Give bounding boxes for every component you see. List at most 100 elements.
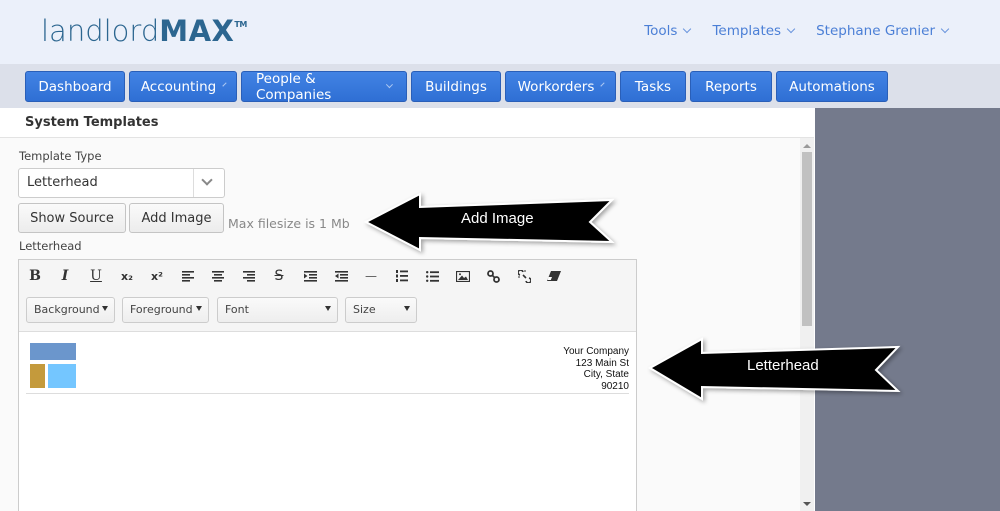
italic-glyph: I xyxy=(61,268,69,284)
add-image-callout-text: Add Image xyxy=(461,210,534,227)
nav-dashboard-label: Dashboard xyxy=(38,78,112,95)
indent-icon[interactable] xyxy=(299,265,321,287)
nav-people-companies[interactable]: People & Companies xyxy=(241,70,407,103)
company-logo-bottom-left-block xyxy=(30,364,45,388)
chevron-down-icon xyxy=(386,81,394,88)
size-select[interactable]: Size xyxy=(345,297,417,323)
nav-tasks-label: Tasks xyxy=(634,78,672,95)
subscript-icon[interactable]: x₂ xyxy=(116,265,138,287)
align-left-icon[interactable] xyxy=(177,265,199,287)
align-right-icon[interactable] xyxy=(238,265,260,287)
system-templates-panel: System Templates Template Type Letterhea… xyxy=(0,108,814,511)
chevron-down-icon xyxy=(683,24,692,34)
page-scrollbar[interactable] xyxy=(800,138,814,511)
nav-accounting[interactable]: Accounting xyxy=(129,71,237,102)
insert-image-icon[interactable] xyxy=(452,265,474,287)
nav-dashboard[interactable]: Dashboard xyxy=(25,71,125,102)
company-address: Your Company 123 Main St City, State 902… xyxy=(563,346,629,392)
top-nav-tools-label: Tools xyxy=(644,23,678,39)
zip-code: 90210 xyxy=(601,380,629,392)
font-select-label: Font xyxy=(225,303,249,316)
nav-reports-label: Reports xyxy=(705,78,757,95)
title-divider xyxy=(0,137,814,138)
scrollbar-thumb[interactable] xyxy=(802,152,812,326)
top-nav-tools[interactable]: Tools xyxy=(644,23,692,39)
superscript-glyph: x² xyxy=(151,269,163,283)
subscript-glyph: x₂ xyxy=(121,269,133,283)
top-nav-user-menu[interactable]: Stephane Grenier xyxy=(816,23,950,39)
street-address: 123 Main St xyxy=(575,357,629,369)
rich-text-editor: B I U x₂ x² S — Background Foreground Fo… xyxy=(18,259,637,511)
foreground-select-label: Foreground xyxy=(130,303,193,316)
nav-automations[interactable]: Automations xyxy=(776,71,888,102)
city-state: City, State xyxy=(583,369,629,380)
nav-tasks[interactable]: Tasks xyxy=(620,71,686,102)
bold-glyph: B xyxy=(29,268,41,284)
link-icon[interactable] xyxy=(482,265,504,287)
editor-toolbar: B I U x₂ x² S — Background Foreground Fo… xyxy=(19,260,636,332)
main-nav: Dashboard Accounting People & Companies … xyxy=(25,70,888,103)
user-name-label: Stephane Grenier xyxy=(816,23,935,39)
company-logo-bottom-right-block xyxy=(48,364,76,388)
underline-icon[interactable]: U xyxy=(85,265,107,287)
bold-icon[interactable]: B xyxy=(24,265,46,287)
max-filesize-hint: Max filesize is 1 Mb xyxy=(228,216,350,231)
background-select-label: Background xyxy=(34,303,100,316)
logo-trademark: TM xyxy=(234,20,247,29)
underline-glyph: U xyxy=(90,268,102,284)
letterhead-callout-arrow: Letterhead xyxy=(647,337,901,401)
nav-buildings[interactable]: Buildings xyxy=(411,71,501,102)
add-image-label: Add Image xyxy=(141,210,212,226)
add-image-button[interactable]: Add Image xyxy=(129,203,224,233)
strikethrough-icon[interactable]: S xyxy=(268,265,290,287)
chevron-down-icon xyxy=(600,82,605,87)
company-logo-top-block xyxy=(30,343,76,360)
top-header: landlordMAX TM Tools Templates Stephane G… xyxy=(0,0,1000,64)
unlink-icon[interactable] xyxy=(513,265,535,287)
nav-workorders[interactable]: Workorders xyxy=(505,71,616,102)
template-type-value: Letterhead xyxy=(27,175,98,190)
dropdown-triangle-icon xyxy=(325,306,331,311)
top-nav: Tools Templates Stephane Grenier xyxy=(644,23,950,39)
strikethrough-glyph: S xyxy=(274,268,284,284)
page-title: System Templates xyxy=(25,115,159,130)
show-source-label: Show Source xyxy=(30,210,114,226)
top-nav-templates[interactable]: Templates xyxy=(712,23,796,39)
nav-automations-label: Automations xyxy=(789,78,875,95)
template-type-select[interactable]: Letterhead xyxy=(18,168,225,198)
company-name: Your Company xyxy=(563,346,629,357)
foreground-color-select[interactable]: Foreground xyxy=(122,297,209,323)
select-separator xyxy=(193,169,194,197)
logo-text-bold: MAX xyxy=(159,14,235,48)
scroll-down-arrow-icon[interactable] xyxy=(803,502,811,506)
italic-icon[interactable]: I xyxy=(54,265,76,287)
landlordmax-logo[interactable]: landlordMAX TM xyxy=(41,14,247,48)
editor-content-area[interactable]: Your Company 123 Main St City, State 902… xyxy=(19,332,636,511)
outdent-icon[interactable] xyxy=(330,265,352,287)
background-color-select[interactable]: Background xyxy=(26,297,115,323)
letterhead-editor-label: Letterhead xyxy=(19,239,82,253)
superscript-icon[interactable]: x² xyxy=(146,265,168,287)
font-select[interactable]: Font xyxy=(217,297,338,323)
chevron-down-icon xyxy=(940,24,950,34)
eraser-icon[interactable] xyxy=(543,265,565,287)
nav-reports[interactable]: Reports xyxy=(690,71,772,102)
side-panel-overlay xyxy=(815,108,1000,511)
horizontal-rule-icon[interactable]: — xyxy=(360,265,382,287)
top-nav-templates-label: Templates xyxy=(712,23,782,39)
horizontal-rule-glyph: — xyxy=(365,269,377,283)
align-center-icon[interactable] xyxy=(207,265,229,287)
show-source-button[interactable]: Show Source xyxy=(18,203,126,233)
dropdown-triangle-icon xyxy=(196,306,202,311)
unordered-list-icon[interactable] xyxy=(421,265,443,287)
scroll-up-arrow-icon[interactable] xyxy=(803,144,811,148)
nav-people-companies-label: People & Companies xyxy=(256,70,332,103)
nav-accounting-label: Accounting xyxy=(140,78,217,95)
ordered-list-icon[interactable] xyxy=(391,265,413,287)
letterhead-divider xyxy=(26,393,629,394)
chevron-down-icon xyxy=(222,82,227,87)
logo-text-light: landlord xyxy=(41,14,160,48)
template-type-label: Template Type xyxy=(19,149,102,163)
chevron-down-icon xyxy=(786,24,796,34)
add-image-callout-arrow: Add Image xyxy=(363,192,616,252)
